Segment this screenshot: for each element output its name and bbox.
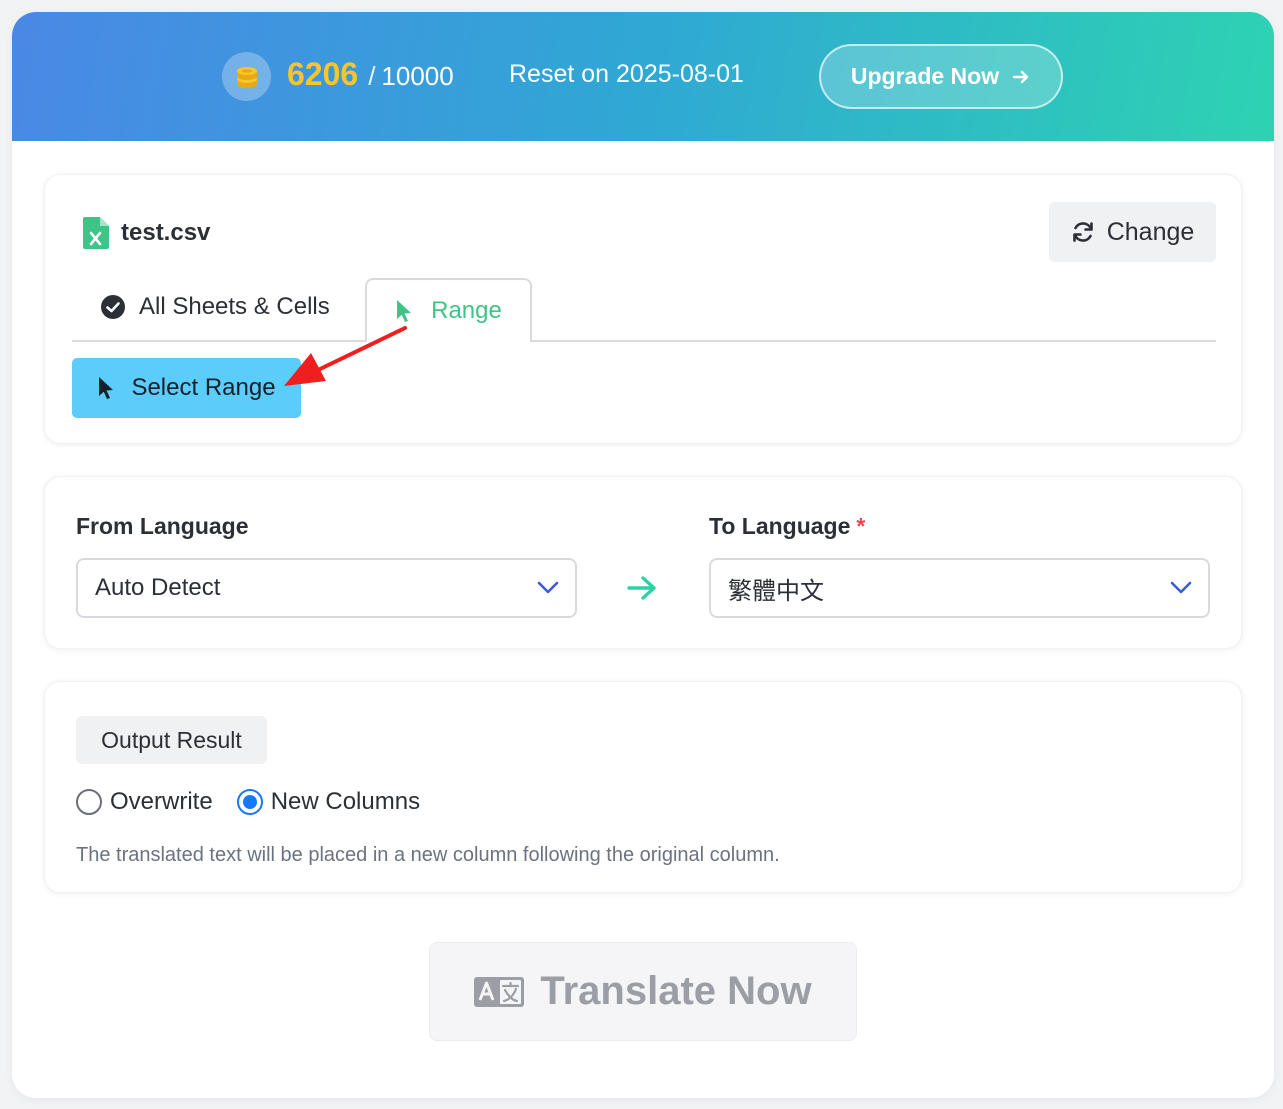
translation-panel: 6206 / 10000 Reset on 2025-08-01 Upgrade… (12, 12, 1274, 1098)
from-language-value: Auto Detect (95, 574, 221, 601)
credits-counter: 6206 / 10000 (287, 56, 454, 93)
select-range-label: Select Range (131, 374, 276, 401)
output-mode-radio-group: Overwrite New Columns (76, 788, 444, 816)
tab-all-sheets[interactable]: All Sheets & Cells (101, 293, 330, 321)
output-card: Output Result Overwrite New Columns The … (44, 681, 1242, 893)
change-label: Change (1106, 217, 1195, 246)
chevron-down-icon (537, 581, 559, 594)
from-language-label-text: From Language (76, 513, 249, 539)
language-card: From Language Auto Detect To Language * 繁… (44, 476, 1242, 649)
to-language-value: 繁體中文 (728, 577, 824, 605)
credits-separator: / (368, 61, 376, 91)
refresh-icon (1072, 222, 1093, 242)
from-language-label: From Language (76, 513, 249, 540)
check-circle-icon (101, 295, 125, 319)
upgrade-label: Upgrade Now (850, 63, 1000, 89)
credits-total: 10000 (381, 61, 454, 91)
translate-now-button[interactable]: Translate Now (429, 942, 857, 1041)
cursor-icon (99, 377, 114, 399)
radio-overwrite[interactable]: Overwrite (76, 788, 213, 816)
coins-icon (222, 52, 271, 101)
file-info: test.csv (83, 217, 210, 249)
radio-overwrite-label: Overwrite (110, 788, 213, 815)
file-card: test.csv Change All Sheets & Cells Range (44, 174, 1242, 444)
credits-header: 6206 / 10000 Reset on 2025-08-01 Upgrade… (12, 12, 1274, 141)
tab-range-label: Range (431, 297, 502, 324)
radio-new-columns-label: New Columns (270, 788, 421, 815)
to-language-label-text: To Language (709, 513, 851, 539)
translate-now-label: Translate Now (540, 969, 812, 1013)
output-result-title: Output Result (76, 716, 267, 764)
output-description: The translated text will be placed in a … (76, 844, 780, 866)
tabs-divider (72, 340, 1216, 342)
tab-all-sheets-label: All Sheets & Cells (139, 293, 330, 320)
to-language-label: To Language * (709, 513, 865, 540)
cursor-icon (397, 300, 412, 322)
radio-new-columns-circle[interactable] (236, 789, 263, 815)
select-range-button[interactable]: Select Range (72, 358, 301, 418)
upgrade-now-button[interactable]: Upgrade Now (819, 44, 1063, 109)
change-file-button[interactable]: Change (1049, 202, 1216, 262)
radio-new-columns[interactable]: New Columns (236, 788, 421, 816)
translate-icon (474, 976, 525, 1007)
radio-overwrite-circle[interactable] (76, 789, 102, 815)
arrow-right-icon (1012, 70, 1029, 83)
tab-range[interactable]: Range (365, 278, 532, 342)
to-language-select[interactable]: 繁體中文 (709, 558, 1210, 618)
chevron-down-icon (1170, 581, 1192, 594)
excel-file-icon (83, 217, 109, 249)
from-language-select[interactable]: Auto Detect (76, 558, 577, 618)
arrow-right-icon (627, 576, 656, 600)
credits-used: 6206 (287, 56, 359, 92)
reset-date: Reset on 2025-08-01 (509, 60, 744, 88)
file-name: test.csv (121, 219, 211, 246)
required-mark: * (856, 513, 866, 539)
